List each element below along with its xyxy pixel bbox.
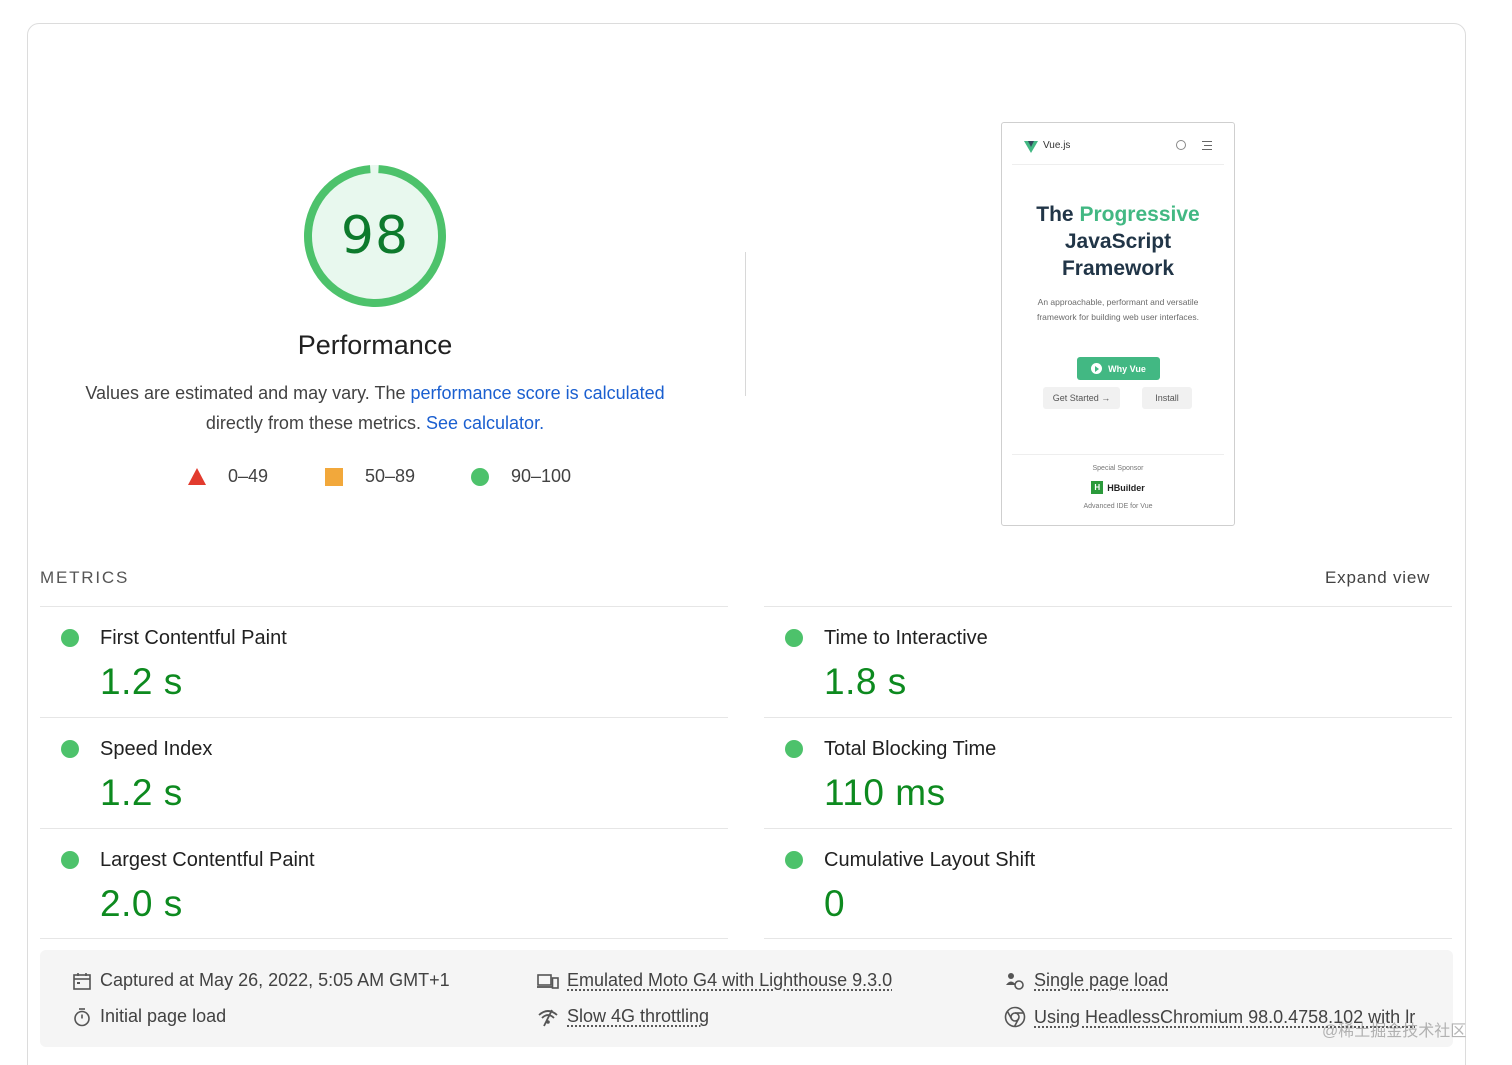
pass-circle-icon (61, 740, 79, 758)
thumb-get-started-button: Get Started → (1043, 387, 1120, 409)
metric-value: 1.2 s (100, 661, 183, 702)
vue-logo-icon (1024, 141, 1038, 153)
thumb-brand: Vue.js (1043, 140, 1071, 151)
initial-load-text: Initial page load (100, 1006, 227, 1026)
hbuilder-logo-icon: H (1091, 481, 1104, 494)
score-calculated-link[interactable]: performance score is calculated (411, 383, 665, 403)
thumb-sponsor-tagline: Advanced IDE for Vue (1083, 503, 1153, 510)
emulated-device-item[interactable]: Emulated Moto G4 with Lighthouse 9.3.0 (537, 970, 892, 991)
pass-circle-icon (785, 851, 803, 869)
pass-circle-icon (785, 740, 803, 758)
legend-label: 90–100 (511, 466, 572, 486)
play-icon (1091, 363, 1103, 374)
hero-line-2: JavaScript (1064, 230, 1172, 253)
sponsor-name: HBuilder (1107, 482, 1145, 493)
throttling-text: Slow 4G throttling (567, 1006, 710, 1026)
throttling-item[interactable]: Slow 4G throttling (537, 1006, 709, 1027)
search-icon (1176, 140, 1186, 150)
metric-label: Total Blocking Time (824, 738, 997, 760)
thumb-hero-title: The Progressive JavaScript Framework (1002, 201, 1234, 282)
thumb-install-button: Install (1142, 387, 1192, 409)
metric-first-contentful-paint: First Contentful Paint 1.2 s (40, 606, 728, 717)
metric-value: 1.2 s (100, 772, 183, 813)
thumb-sponsor-label: Special Sponsor (1092, 465, 1144, 472)
hero-word-the: The (1036, 203, 1074, 226)
metrics-column-right: Time to Interactive 1.8 s Total Blocking… (764, 606, 1452, 939)
captured-text: Captured at May 26, 2022, 5:05 AM GMT+1 (100, 970, 450, 990)
circle-icon (471, 467, 489, 486)
captured-at-item: Captured at May 26, 2022, 5:05 AM GMT+1 (72, 970, 450, 991)
hero-line-3: Framework (1061, 257, 1175, 280)
thumb-subtitle: An approachable, performant and versatil… (1036, 297, 1200, 322)
chrome-icon (1004, 1006, 1026, 1028)
performance-score: 98 (340, 206, 410, 266)
metric-label: Speed Index (100, 738, 213, 760)
single-load-text: Single page load (1034, 970, 1169, 990)
stopwatch-icon (74, 1007, 90, 1026)
score-legend: 0–49 50–89 90–100 (0, 466, 760, 492)
hero-word-progressive: Progressive (1079, 203, 1200, 226)
vertical-divider (745, 252, 746, 396)
pass-circle-icon (785, 629, 803, 647)
description-text: Values are estimated and may vary. The (85, 383, 411, 403)
metrics-column-left: First Contentful Paint 1.2 s Speed Index… (40, 606, 728, 939)
devices-icon (537, 973, 559, 989)
metric-cumulative-layout-shift: Cumulative Layout Shift 0 (764, 828, 1452, 939)
metric-largest-contentful-paint: Largest Contentful Paint 2.0 s (40, 828, 728, 939)
final-screenshot-thumbnail[interactable]: Vue.js The Progressive JavaScript Framew… (1001, 122, 1235, 526)
person-load-icon (1006, 972, 1024, 990)
calendar-icon (73, 972, 91, 990)
metric-value: 110 ms (824, 772, 946, 813)
runtime-settings-footer: Captured at May 26, 2022, 5:05 AM GMT+1 … (40, 950, 1453, 1047)
metric-value: 2.0 s (100, 883, 183, 924)
performance-gauge[interactable]: 98 (301, 162, 449, 310)
menu-icon (1202, 141, 1212, 150)
legend-pass: 90–100 (471, 466, 571, 487)
metrics-heading: METRICS (40, 568, 130, 587)
emulated-device-text: Emulated Moto G4 with Lighthouse 9.3.0 (567, 970, 893, 990)
legend-label: 0–49 (228, 466, 269, 486)
pass-circle-icon (61, 851, 79, 869)
metric-value: 0 (824, 883, 846, 924)
thumb-navbar: Vue.js (1012, 135, 1224, 165)
legend-fail: 0–49 (188, 466, 268, 487)
why-vue-label: Why Vue (1108, 363, 1146, 374)
thumb-sponsor: H HBuilder (1002, 481, 1234, 494)
description-text-2: directly from these metrics. (205, 413, 421, 433)
thumb-why-vue-button: Why Vue (1077, 357, 1160, 380)
square-icon (325, 467, 343, 486)
watermark: @稀土掘金技术社区 (1322, 1023, 1467, 1040)
metric-speed-index: Speed Index 1.2 s (40, 717, 728, 828)
see-calculator-link[interactable]: See calculator. (426, 413, 544, 433)
wifi-throttle-icon (538, 1009, 558, 1026)
legend-average: 50–89 (325, 466, 415, 487)
legend-label: 50–89 (365, 466, 416, 486)
metric-label: First Contentful Paint (100, 627, 287, 649)
metric-label: Largest Contentful Paint (100, 849, 315, 871)
initial-load-item: Initial page load (72, 1006, 226, 1027)
metric-label: Cumulative Layout Shift (824, 849, 1036, 871)
pass-circle-icon (61, 629, 79, 647)
gauge-title: Performance (297, 330, 453, 360)
metric-label: Time to Interactive (824, 627, 988, 649)
expand-view-toggle[interactable]: Expand view (1325, 568, 1430, 588)
metric-value: 1.8 s (824, 661, 907, 702)
metric-time-to-interactive: Time to Interactive 1.8 s (764, 606, 1452, 717)
single-load-item[interactable]: Single page load (1004, 970, 1168, 991)
thumb-divider (1012, 454, 1224, 455)
metric-total-blocking-time: Total Blocking Time 110 ms (764, 717, 1452, 828)
score-description: Values are estimated and may vary. The p… (75, 378, 675, 438)
triangle-icon (188, 468, 206, 485)
